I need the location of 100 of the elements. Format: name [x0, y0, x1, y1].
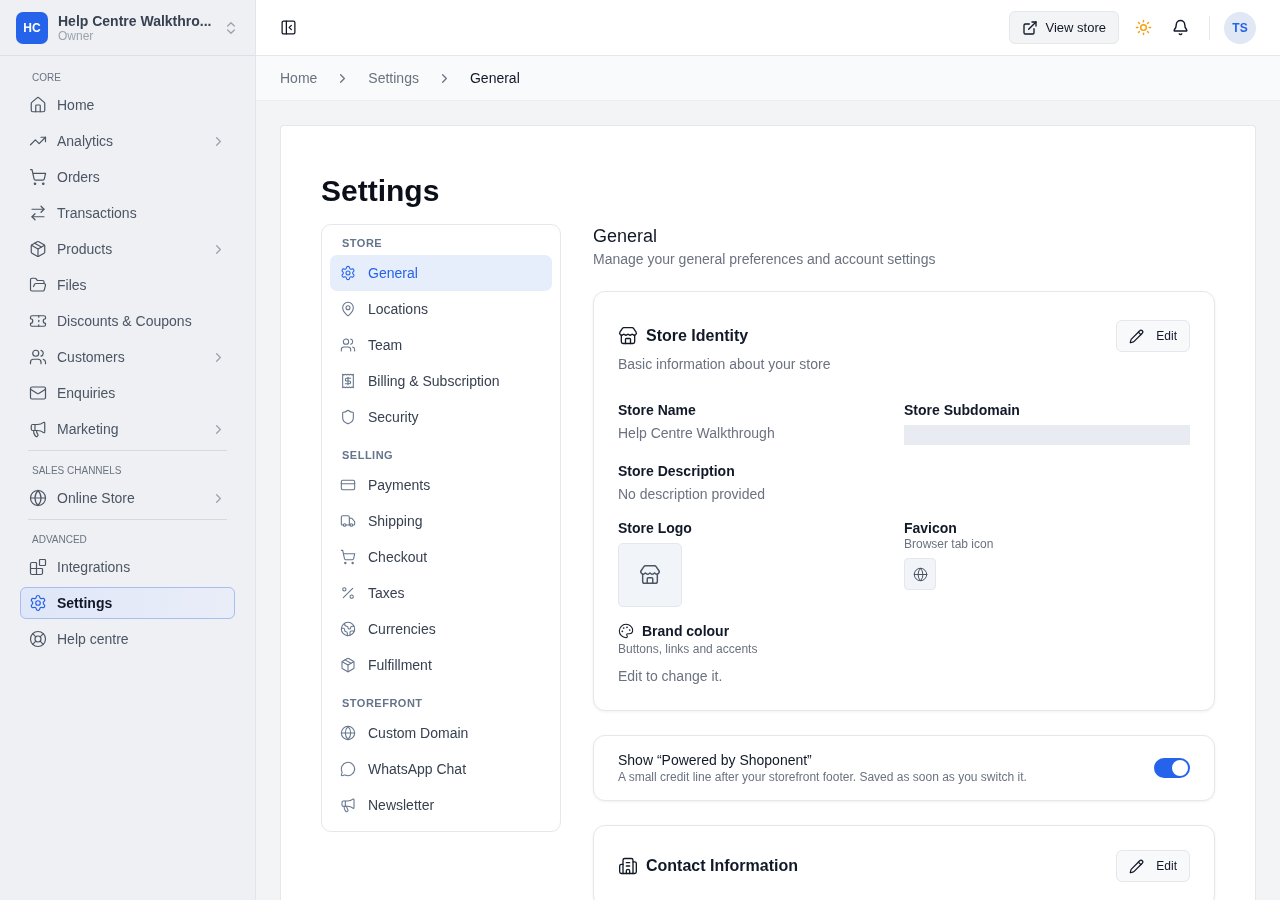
users-icon: [340, 337, 356, 353]
edit-button[interactable]: Edit: [1116, 850, 1190, 882]
setting-title: Show “Powered by Shoponent”: [618, 752, 813, 768]
sidebar-item[interactable]: Customers: [20, 341, 235, 373]
user-avatar[interactable]: TS: [1224, 11, 1256, 44]
settings-nav-item[interactable]: Newsletter: [330, 787, 552, 823]
field-value: Help Centre Walkthrough: [618, 425, 776, 441]
settings-nav-item[interactable]: WhatsApp Chat: [330, 751, 552, 787]
settings-nav-item[interactable]: Checkout: [330, 539, 552, 575]
field-label: Store Description: [618, 463, 736, 479]
settings-nav-item[interactable]: Taxes: [330, 575, 552, 611]
view-store-button[interactable]: View store: [1008, 11, 1119, 44]
sidebar-item[interactable]: Orders: [20, 161, 235, 193]
settings-nav-item[interactable]: Locations: [330, 291, 552, 327]
cart-icon: [29, 168, 47, 186]
ticket-icon: [29, 312, 47, 330]
blocks-icon: [29, 558, 47, 576]
sidebar-item[interactable]: Home: [20, 89, 235, 121]
settings-nav-item[interactable]: Shipping: [330, 503, 552, 539]
arrows-icon: [29, 204, 47, 222]
sidebar-item[interactable]: Discounts & Coupons: [20, 305, 235, 337]
home-icon: [29, 96, 47, 114]
breadcrumb-link[interactable]: Home: [280, 70, 318, 86]
palette-icon: [618, 623, 634, 639]
truck-icon: [340, 513, 356, 529]
globe-icon: [912, 566, 928, 582]
breadcrumb-link[interactable]: Settings: [368, 70, 419, 86]
setting-description: A small credit line after your storefront footer. Saved as soon as you switch it.: [618, 770, 1028, 784]
settings-nav-item[interactable]: Team: [330, 327, 552, 363]
theme-toggle[interactable]: [1135, 19, 1152, 36]
card-title: Store Identity: [646, 327, 750, 345]
field-note: Edit to change it.: [618, 668, 724, 684]
section-title: CORE: [31, 72, 62, 83]
sidebar-item[interactable]: Help centre: [20, 623, 235, 655]
chat-icon: [340, 761, 356, 777]
sidebar-item[interactable]: Online Store: [20, 482, 235, 514]
settings-nav-item[interactable]: Billing & Subscription: [330, 363, 552, 399]
toggle-switch[interactable]: [1154, 758, 1190, 778]
external-link-icon: [1021, 19, 1038, 36]
field-label: Store Logo: [618, 520, 693, 536]
sidebar-item[interactable]: Files: [20, 269, 235, 301]
field-label: Store Subdomain: [904, 402, 1021, 418]
sidebar-item[interactable]: Analytics: [20, 125, 235, 157]
pencil-icon: [1129, 858, 1145, 874]
field-value: No description provided: [618, 486, 767, 502]
workspace-role: Owner: [58, 28, 95, 43]
section-subtitle: Manage your general preferences and account settings: [593, 251, 937, 267]
sidebar-item[interactable]: Settings: [20, 587, 235, 619]
receipt-icon: [340, 373, 356, 389]
field-label: Favicon: [904, 520, 958, 536]
settings-nav-item[interactable]: Currencies: [330, 611, 552, 647]
section-title: ADVANCED: [31, 534, 88, 545]
lifebuoy-icon: [29, 630, 47, 648]
percent-icon: [340, 585, 356, 601]
store-icon: [618, 326, 638, 346]
settings-nav-item[interactable]: Custom Domain: [330, 715, 552, 751]
field-label: Brand colour: [642, 623, 730, 639]
box-icon: [29, 240, 47, 258]
field-hint: Buttons, links and accents: [618, 642, 759, 656]
globe-icon: [340, 725, 356, 741]
mail-icon: [29, 384, 47, 402]
building-icon: [618, 856, 638, 876]
sidebar-toggle[interactable]: [280, 19, 297, 36]
folder-icon: [29, 276, 47, 294]
notifications-button[interactable]: [1172, 19, 1189, 36]
settings-nav-item[interactable]: Fulfillment: [330, 647, 552, 683]
settings-nav-item[interactable]: General: [330, 255, 552, 291]
workspace-logo: HC: [16, 11, 48, 44]
pencil-icon: [1129, 328, 1145, 344]
box-icon: [340, 657, 356, 673]
store-icon: [639, 564, 661, 586]
settings-nav-item[interactable]: Payments: [330, 467, 552, 503]
globe-icon: [29, 489, 47, 507]
settings-icon: [29, 594, 47, 612]
card-icon: [340, 477, 356, 493]
settings-icon: [340, 265, 356, 281]
edit-button[interactable]: Edit: [1116, 320, 1190, 352]
section-title: General: [593, 226, 659, 247]
breadcrumb-link[interactable]: General: [469, 70, 520, 86]
section-title: SALES CHANNELS: [31, 465, 123, 476]
field-label: Store Name: [618, 402, 697, 418]
page-title: Settings: [321, 174, 441, 208]
card-title: Contact Information: [646, 857, 799, 875]
group-title: STORE: [341, 237, 384, 249]
settings-nav-item[interactable]: Security: [330, 399, 552, 435]
megaphone-icon: [340, 797, 356, 813]
sidebar-item[interactable]: Enquiries: [20, 377, 235, 409]
cart-icon: [340, 549, 356, 565]
shield-icon: [340, 409, 356, 425]
sidebar-item[interactable]: Marketing: [20, 413, 235, 445]
users-icon: [29, 348, 47, 366]
sidebar-item[interactable]: Transactions: [20, 197, 235, 229]
earth-icon: [340, 621, 356, 637]
workspace-name: Help Centre Walkthro...: [58, 12, 213, 29]
sidebar-item[interactable]: Integrations: [20, 551, 235, 583]
megaphone-icon: [29, 420, 47, 438]
card-description: Basic information about your store: [618, 356, 832, 372]
group-title: SELLING: [341, 449, 395, 461]
sidebar-item[interactable]: Products: [20, 233, 235, 265]
pin-icon: [340, 301, 356, 317]
